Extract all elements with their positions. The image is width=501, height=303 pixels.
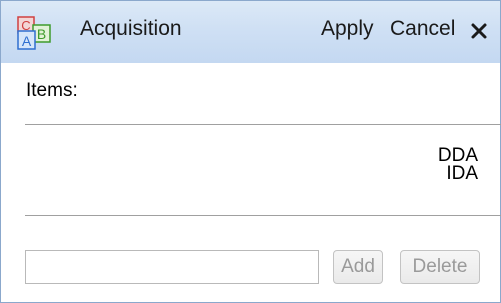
delete-button[interactable]: Delete — [400, 250, 480, 284]
items-list[interactable]: DDA IDA — [25, 125, 501, 215]
abc-icon: C B A — [17, 16, 51, 50]
title-bar: C B A Acquisition Apply Cancel — [1, 1, 500, 63]
dialog-window: C B A Acquisition Apply Cancel Items: DD… — [0, 0, 501, 303]
close-icon[interactable] — [466, 15, 492, 45]
list-item[interactable]: IDA — [446, 163, 478, 185]
add-button[interactable]: Add — [333, 250, 383, 284]
window-title: Acquisition — [80, 17, 182, 40]
list-bottom-divider — [25, 215, 501, 216]
svg-text:B: B — [37, 26, 46, 42]
apply-button[interactable]: Apply — [321, 17, 374, 41]
items-label: Items: — [26, 80, 78, 101]
cancel-button[interactable]: Cancel — [390, 17, 455, 41]
svg-text:A: A — [22, 33, 32, 49]
item-input[interactable] — [25, 250, 319, 284]
